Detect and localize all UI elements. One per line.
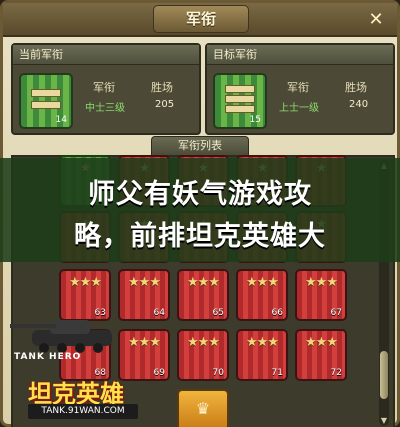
- rank-cell[interactable]: ★★★ 67: [295, 269, 347, 321]
- rank-number: 71: [271, 368, 283, 378]
- rank-number: 64: [153, 308, 165, 318]
- banner-line-1: 师父有妖气游戏攻: [88, 179, 312, 210]
- scroll-down-icon[interactable]: ▼: [379, 416, 389, 426]
- rank-number: 70: [212, 368, 224, 378]
- rank-number: 67: [330, 308, 342, 318]
- target-rank-header: 目标军衔: [207, 45, 393, 65]
- badge-number: 14: [55, 115, 67, 125]
- rank-number: 72: [330, 368, 342, 378]
- rank-stripe: [31, 101, 61, 109]
- window-title: 军衔: [153, 5, 249, 33]
- star-icon: ★★★: [187, 275, 220, 290]
- logo-english-text: TANK HERO: [14, 352, 82, 362]
- rank-column-head: 军衔: [93, 81, 115, 94]
- rank-stripe: [225, 105, 255, 113]
- special-rank-cell[interactable]: ♛: [177, 389, 229, 427]
- rank-column-head: 军衔: [287, 81, 309, 94]
- rank-number: 65: [212, 308, 224, 318]
- rank-number: 66: [271, 308, 283, 318]
- star-icon: ★★★: [305, 335, 338, 350]
- rank-cell[interactable]: ★★★ 70: [177, 329, 229, 381]
- tank-icon: [10, 320, 112, 353]
- banner-line-2: 略，前排坦克英雄大: [74, 221, 326, 252]
- tank-hero-logo: TANK HERO 坦克英雄 TANK.91WAN.COM: [2, 300, 142, 422]
- star-icon: ★★★: [246, 335, 279, 350]
- star-icon: ★★★: [305, 275, 338, 290]
- star-icon: ★★★: [187, 335, 220, 350]
- title-bar: 军衔 ✕: [3, 3, 397, 37]
- target-rank-panel: 目标军衔 15 军衔 胜场 上士一级 240: [205, 43, 395, 135]
- rank-stripe: [225, 85, 255, 93]
- target-rank-badge-icon: 15: [213, 73, 267, 129]
- logo-url: TANK.91WAN.COM: [28, 404, 138, 419]
- rank-cell[interactable]: ★★★ 72: [295, 329, 347, 381]
- target-wins-value: 240: [349, 99, 369, 110]
- rank-cell[interactable]: ★★★ 71: [236, 329, 288, 381]
- current-rank-panel: 当前军衔 14 军衔 胜场 中士三级 205: [11, 43, 201, 135]
- rank-list-header: 军衔列表: [151, 136, 249, 156]
- target-rank-value: 上士一级: [279, 103, 319, 114]
- rank-cell[interactable]: ★★★ 65: [177, 269, 229, 321]
- rank-stripe: [225, 95, 255, 103]
- badge-number: 15: [249, 115, 261, 125]
- wins-column-head: 胜场: [345, 81, 367, 94]
- article-title-banner: 师父有妖气游戏攻 略，前排坦克英雄大: [0, 158, 400, 262]
- crown-icon: ♛: [195, 399, 211, 418]
- current-rank-value: 中士三级: [85, 103, 125, 114]
- close-button[interactable]: ✕: [365, 9, 387, 31]
- rank-number: 69: [153, 368, 165, 378]
- rank-stripe: [31, 89, 61, 97]
- star-icon: ★★★: [246, 275, 279, 290]
- current-rank-badge-icon: 14: [19, 73, 73, 129]
- rank-cell[interactable]: ★★★ 66: [236, 269, 288, 321]
- scroll-thumb[interactable]: [380, 351, 388, 399]
- wins-column-head: 胜场: [151, 81, 173, 94]
- star-icon: ★★★: [128, 275, 161, 290]
- current-rank-header: 当前军衔: [13, 45, 199, 65]
- star-icon: ★★★: [69, 275, 102, 290]
- current-wins-value: 205: [155, 99, 175, 110]
